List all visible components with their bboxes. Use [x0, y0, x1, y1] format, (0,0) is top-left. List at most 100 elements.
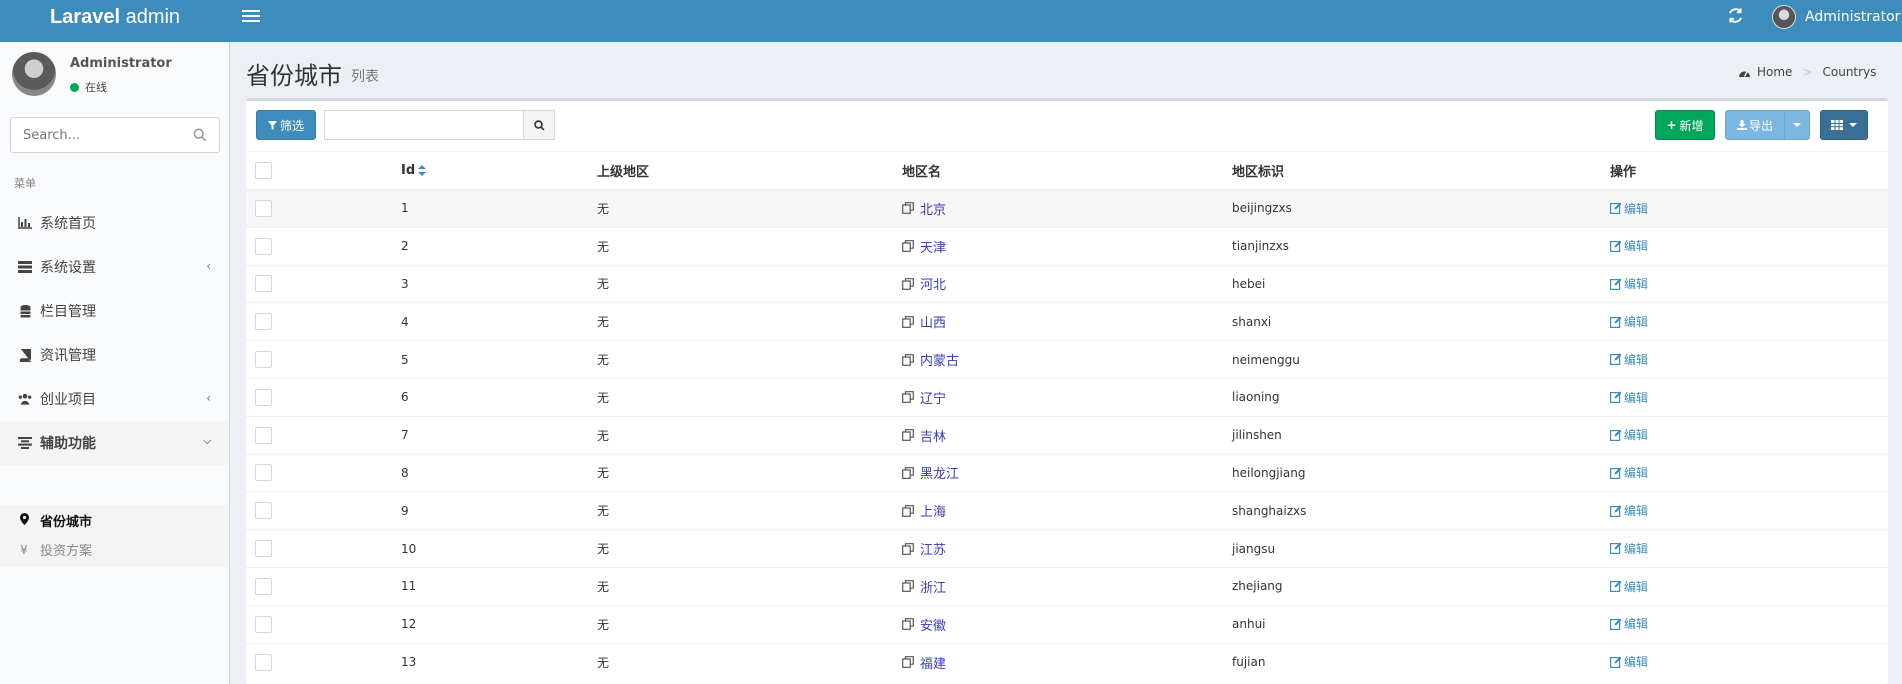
- cell-parent: 无: [597, 226, 902, 266]
- search-input[interactable]: [11, 118, 181, 152]
- region-name-link[interactable]: 吉林: [902, 426, 946, 445]
- filter-button[interactable]: 筛选: [256, 110, 316, 140]
- cell-id: 3: [401, 264, 597, 303]
- column-header-id[interactable]: Id: [401, 151, 597, 190]
- edit-icon: [1610, 278, 1622, 290]
- row-checkbox[interactable]: [255, 351, 272, 369]
- table-row: 2 无 天津 tianjinzxs 编辑: [246, 226, 1888, 266]
- row-checkbox[interactable]: [255, 426, 272, 444]
- region-name-link[interactable]: 安徽: [902, 615, 946, 634]
- sidebar-toggle-button[interactable]: [242, 10, 260, 24]
- export-dropdown-button[interactable]: [1784, 110, 1810, 140]
- copy-icon[interactable]: [902, 315, 914, 328]
- column-header-code: 地区标识: [1232, 151, 1610, 190]
- cell-actions: 编辑: [1610, 453, 1888, 492]
- sort-icon[interactable]: [418, 165, 427, 176]
- copy-icon[interactable]: [902, 618, 914, 631]
- edit-link[interactable]: 编辑: [1610, 313, 1648, 330]
- region-name-link[interactable]: 山西: [902, 312, 946, 331]
- row-checkbox[interactable]: [255, 464, 272, 482]
- copy-icon[interactable]: [902, 467, 914, 479]
- region-name-label: 安徽: [920, 618, 947, 634]
- cell-actions: 编辑: [1610, 189, 1888, 228]
- copy-icon[interactable]: [902, 656, 914, 669]
- sidebar-item-columns[interactable]: 栏目管理: [0, 289, 229, 333]
- sidebar-subitem-investment[interactable]: ¥ 投资方案: [18, 540, 92, 560]
- cell-id: 7: [401, 415, 597, 455]
- region-name-link[interactable]: 内蒙古: [902, 350, 959, 369]
- user-status-label: 在线: [85, 81, 107, 94]
- region-name-link[interactable]: 辽宁: [902, 388, 946, 407]
- sidebar-item-settings[interactable]: 系统设置 ‹: [0, 245, 229, 289]
- edit-link[interactable]: 编辑: [1610, 653, 1648, 670]
- copy-icon[interactable]: [902, 542, 914, 555]
- grid-box: 筛选 + 新增 导出 Id 上级地区 地区名 地区标识 操作 1 无 北京 be…: [246, 98, 1888, 684]
- hamburger-icon: [242, 10, 260, 12]
- refresh-icon[interactable]: [1728, 8, 1743, 27]
- new-button[interactable]: + 新增: [1655, 110, 1715, 140]
- app-logo[interactable]: Laravel admin: [0, 0, 230, 42]
- edit-link[interactable]: 编辑: [1610, 426, 1648, 443]
- copy-icon[interactable]: [902, 353, 914, 366]
- export-button[interactable]: 导出: [1725, 110, 1785, 140]
- region-name-link[interactable]: 上海: [902, 501, 946, 520]
- copy-icon[interactable]: [902, 240, 914, 253]
- select-all-checkbox[interactable]: [255, 162, 272, 179]
- edit-link[interactable]: 编辑: [1610, 578, 1648, 595]
- row-checkbox[interactable]: [255, 275, 272, 293]
- edit-link[interactable]: 编辑: [1610, 389, 1648, 406]
- avatar: [1772, 5, 1796, 29]
- copy-icon[interactable]: [902, 429, 914, 442]
- row-checkbox[interactable]: [255, 615, 272, 633]
- copy-icon[interactable]: [902, 504, 914, 517]
- row-checkbox[interactable]: [255, 313, 272, 331]
- cell-code: hebei: [1232, 264, 1610, 303]
- breadcrumb-separator: >: [1802, 65, 1813, 79]
- row-checkbox[interactable]: [255, 237, 272, 255]
- region-name-link[interactable]: 北京: [902, 199, 946, 218]
- cell-id: 13: [401, 642, 597, 681]
- edit-link[interactable]: 编辑: [1610, 237, 1648, 254]
- row-checkbox[interactable]: [255, 577, 272, 595]
- cell-parent: 无: [597, 264, 902, 303]
- region-name-link[interactable]: 浙江: [902, 577, 946, 596]
- region-name-link[interactable]: 天津: [902, 237, 946, 256]
- region-name-link[interactable]: 河北: [902, 274, 946, 293]
- book-icon: [18, 348, 32, 362]
- copy-icon[interactable]: [902, 391, 914, 404]
- edit-link[interactable]: 编辑: [1610, 351, 1648, 368]
- sidebar-item-utilities[interactable]: 辅助功能 ⌵: [0, 421, 229, 465]
- sidebar-item-dashboard[interactable]: 系统首页: [0, 201, 229, 245]
- table-header-row: Id 上级地区 地区名 地区标识 操作: [246, 151, 1888, 190]
- sidebar-item-projects[interactable]: 创业项目 ‹: [0, 377, 229, 421]
- search-icon[interactable]: [193, 128, 207, 142]
- edit-link[interactable]: 编辑: [1610, 275, 1648, 292]
- region-name-link[interactable]: 江苏: [902, 539, 946, 558]
- user-menu[interactable]: Administrator: [1772, 4, 1900, 30]
- copy-icon[interactable]: [902, 202, 914, 215]
- breadcrumb-home[interactable]: Home: [1757, 65, 1792, 79]
- region-name-link[interactable]: 福建: [902, 653, 946, 672]
- edit-link[interactable]: 编辑: [1610, 615, 1648, 632]
- sidebar-item-news[interactable]: 资讯管理: [0, 333, 229, 377]
- edit-link[interactable]: 编辑: [1610, 502, 1648, 519]
- copy-icon[interactable]: [902, 278, 914, 290]
- cell-id: 8: [401, 453, 597, 492]
- copy-icon[interactable]: [902, 580, 914, 593]
- row-checkbox[interactable]: [255, 540, 272, 558]
- row-checkbox[interactable]: [255, 502, 272, 520]
- edit-link[interactable]: 编辑: [1610, 200, 1648, 217]
- edit-link[interactable]: 编辑: [1610, 464, 1648, 481]
- data-table: Id 上级地区 地区名 地区标识 操作 1 无 北京 beijingzxs 编辑: [246, 151, 1888, 681]
- edit-link[interactable]: 编辑: [1610, 540, 1648, 557]
- quick-search-button[interactable]: [523, 110, 555, 140]
- region-name-link[interactable]: 黑龙江: [902, 463, 959, 482]
- table-row: 1 无 北京 beijingzxs 编辑: [246, 189, 1888, 228]
- row-checkbox[interactable]: [255, 199, 272, 217]
- row-checkbox[interactable]: [255, 653, 272, 671]
- row-checkbox[interactable]: [255, 388, 272, 406]
- sidebar-subitem-provinces[interactable]: 省份城市: [18, 511, 92, 530]
- quick-search-input[interactable]: [324, 110, 524, 140]
- cell-actions: 编辑: [1610, 302, 1888, 341]
- column-selector-button[interactable]: [1820, 110, 1868, 140]
